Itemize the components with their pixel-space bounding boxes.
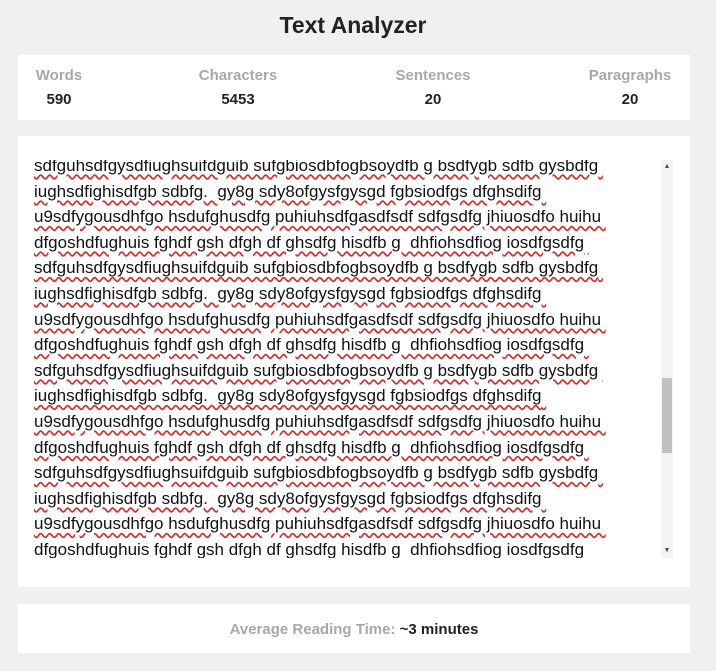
stat-characters: Characters 5453 <box>196 66 280 109</box>
text-analyzer-app: Text Analyzer Words 590 Characters 5453 … <box>0 0 716 671</box>
stat-words: Words 590 <box>34 66 84 109</box>
reading-time: Average Reading Time: ~3 minutes <box>18 620 690 639</box>
stats-panel: Words 590 Characters 5453 Sentences 20 P… <box>18 55 690 120</box>
stat-paragraphs: Paragraphs 20 <box>586 66 674 109</box>
scrollbar-thumb[interactable] <box>662 378 672 453</box>
stat-words-value: 590 <box>46 91 72 108</box>
stat-sentences: Sentences 20 <box>393 66 473 109</box>
stat-paragraphs-value: 20 <box>621 91 639 108</box>
text-input-panel: ▲ ▼ <box>18 136 690 587</box>
stat-characters-value: 5453 <box>221 91 255 108</box>
stat-characters-label: Characters <box>198 67 278 84</box>
reading-time-value: ~3 minutes <box>399 621 479 638</box>
page-title: Text Analyzer <box>279 12 427 38</box>
stat-words-label: Words <box>35 67 83 84</box>
scroll-down-arrow-icon[interactable]: ▼ <box>661 544 673 558</box>
text-input-scrollbar[interactable]: ▲ ▼ <box>661 160 673 558</box>
text-input-wrapper <box>34 160 674 558</box>
text-input[interactable] <box>34 160 674 558</box>
stat-paragraphs-label: Paragraphs <box>588 67 672 84</box>
reading-time-label: Average Reading Time: <box>229 621 396 638</box>
reading-time-panel: Average Reading Time: ~3 minutes <box>18 604 690 653</box>
stat-sentences-label: Sentences <box>395 67 471 84</box>
stat-sentences-value: 20 <box>424 91 442 108</box>
scroll-up-arrow-icon[interactable]: ▲ <box>661 160 673 174</box>
